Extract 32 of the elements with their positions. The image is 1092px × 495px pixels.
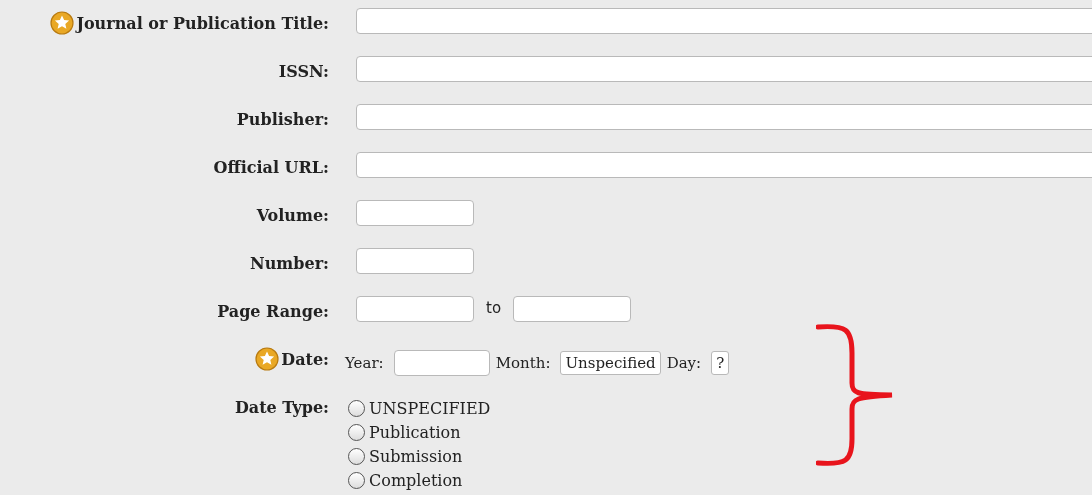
range-joiner: to: [486, 298, 502, 317]
radio-option[interactable]: UNSPECIFIED: [348, 396, 491, 420]
month-select[interactable]: Unspecified: [560, 351, 661, 375]
year-field[interactable]: [393, 350, 490, 376]
year-label: Year:: [345, 353, 384, 372]
text-field[interactable]: [356, 296, 474, 322]
field-label: Page Range:: [217, 302, 330, 321]
day-label: Day:: [666, 353, 702, 372]
field-label: Publisher:: [236, 110, 330, 129]
field-label: Journal or Publication Title:: [76, 14, 330, 33]
text-field[interactable]: [356, 56, 1092, 82]
text-field[interactable]: [356, 248, 474, 274]
month-label: Month:: [495, 353, 551, 372]
day-select[interactable]: ?: [711, 351, 730, 375]
radio-button[interactable]: [348, 423, 365, 441]
field-label: ISSN:: [278, 62, 330, 81]
radio-button[interactable]: [348, 447, 365, 465]
text-field[interactable]: [356, 8, 1092, 34]
text-field[interactable]: [513, 296, 632, 322]
radio-option[interactable]: Publication: [348, 420, 491, 444]
field-label: Volume:: [256, 206, 330, 225]
radio-button[interactable]: [348, 471, 365, 489]
radio-button[interactable]: [348, 399, 365, 417]
radio-option[interactable]: Submission: [348, 444, 491, 468]
field-label: Date Type:: [234, 398, 330, 417]
text-field[interactable]: [356, 152, 1092, 178]
radio-option[interactable]: Completion: [348, 468, 491, 492]
text-field[interactable]: [356, 104, 1092, 130]
text-field[interactable]: [356, 200, 474, 226]
field-label: Date:: [281, 350, 330, 369]
field-label: Official URL:: [213, 158, 330, 177]
field-label: Number:: [250, 254, 330, 273]
